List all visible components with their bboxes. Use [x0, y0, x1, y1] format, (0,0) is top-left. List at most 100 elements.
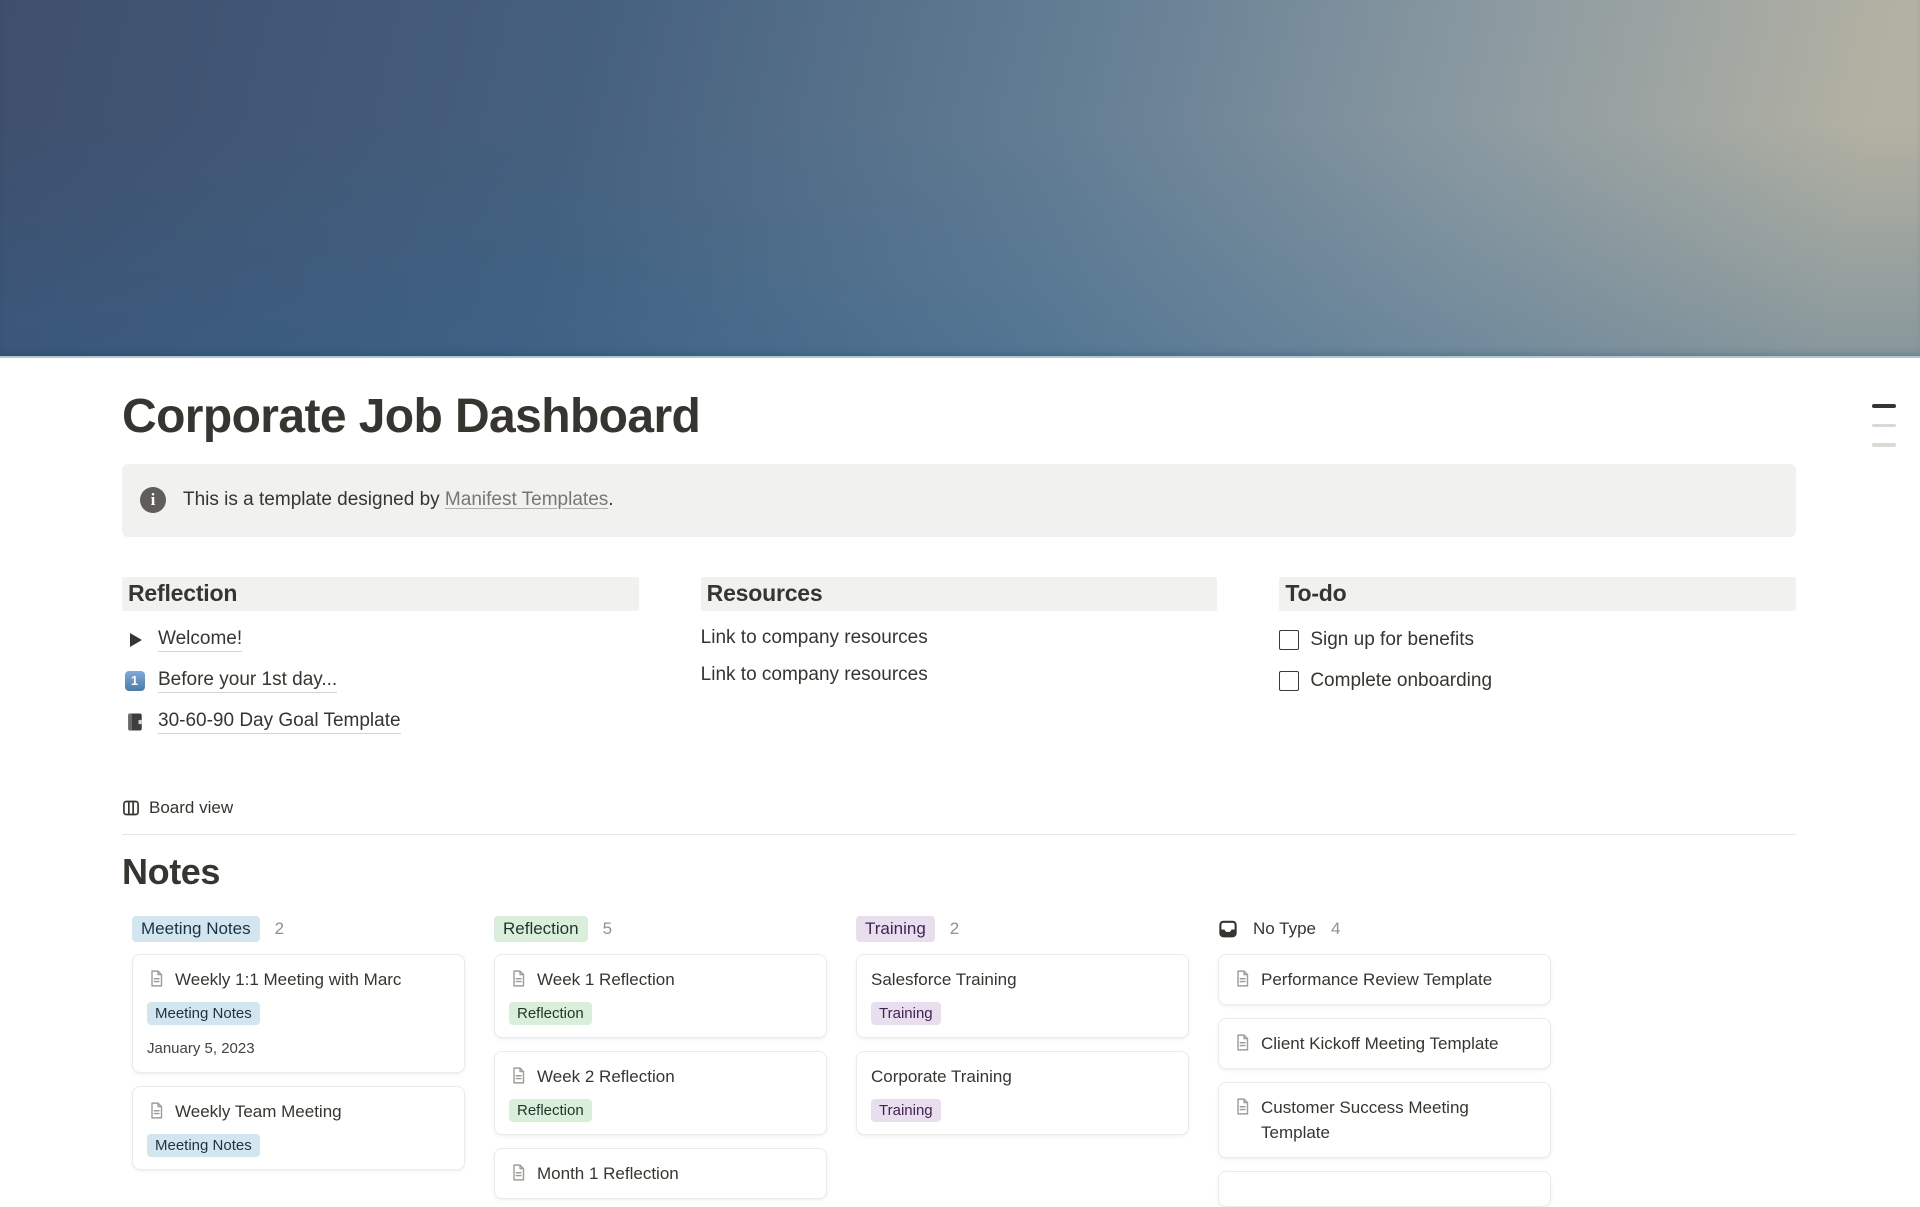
- card-title: Salesforce Training: [871, 967, 1017, 992]
- board-group: No Type 4 Performance Review Template Clien…: [1218, 916, 1551, 1207]
- group-count: 5: [603, 919, 612, 939]
- board-card[interactable]: Weekly 1:1 Meeting with Marc Meeting Note…: [132, 954, 465, 1073]
- group-cards: Performance Review Template Client Kickof…: [1218, 954, 1551, 1207]
- card-title: Weekly 1:1 Meeting with Marc: [175, 967, 401, 992]
- card-title-row: Customer Success Meeting Template: [1233, 1095, 1536, 1145]
- card-title-row: Salesforce Training: [871, 967, 1174, 992]
- section-column-reflection: Reflection Welcome! 1 Before your 1st day..…: [122, 577, 639, 743]
- card-title: Customer Success Meeting Template: [1261, 1095, 1536, 1145]
- card-title-row: Performance Review Template: [1233, 967, 1536, 992]
- board-card[interactable]: Salesforce Training Training: [856, 954, 1189, 1038]
- section-items-todo: Sign up for benefits Complete onboarding: [1279, 619, 1796, 701]
- card-title-row: Client Kickoff Meeting Template: [1233, 1031, 1536, 1056]
- card-title: Client Kickoff Meeting Template: [1261, 1031, 1499, 1056]
- collection-title: Notes: [122, 849, 1796, 894]
- text-line: Link to company resources: [701, 656, 1218, 693]
- card-title: Month 1 Reflection: [537, 1161, 679, 1186]
- group-header[interactable]: No Type 4: [1218, 916, 1551, 942]
- page-icon: [1233, 1033, 1252, 1056]
- section-header-reflection: Reflection: [122, 577, 639, 612]
- todo-label: Complete onboarding: [1310, 670, 1492, 692]
- board-view-label: Board view: [149, 798, 233, 818]
- page-icon: [509, 1163, 528, 1186]
- board-card[interactable]: Customer Success Meeting Template: [1218, 1082, 1551, 1158]
- group-count: 4: [1331, 919, 1340, 939]
- card-title: Week 2 Reflection: [537, 1064, 675, 1089]
- page-link[interactable]: Before your 1st day...: [158, 669, 337, 693]
- card-title-row: Week 2 Reflection: [509, 1064, 812, 1089]
- notebook-icon: [122, 712, 147, 732]
- card-title-row: Weekly 1:1 Meeting with Marc: [147, 967, 450, 992]
- card-tag-row: Reflection: [509, 1099, 812, 1122]
- todo-row[interactable]: Sign up for benefits: [1279, 619, 1796, 660]
- callout-text-after: .: [608, 489, 613, 510]
- board-view-icon: [122, 799, 140, 817]
- checkbox-unchecked-icon[interactable]: [1279, 671, 1299, 691]
- card-tag-row: Reflection: [509, 1002, 812, 1025]
- card-tag-row: Training: [871, 1099, 1174, 1122]
- card-title: Week 1 Reflection: [537, 967, 675, 992]
- group-cards: Salesforce TrainingTrainingCorporate Tra…: [856, 954, 1189, 1135]
- page-link-row[interactable]: 30-60-90 Day Goal Template: [122, 701, 639, 742]
- board-card[interactable]: Corporate Training Training: [856, 1051, 1189, 1135]
- page-link-row[interactable]: 1 Before your 1st day...: [122, 660, 639, 701]
- group-header[interactable]: Reflection 5: [494, 916, 827, 942]
- group-header[interactable]: Meeting Notes 2: [132, 916, 465, 942]
- group-header[interactable]: Training2: [856, 916, 1189, 942]
- page-link[interactable]: Welcome!: [158, 628, 242, 652]
- board-card[interactable]: Client Kickoff Meeting Template: [1218, 1018, 1551, 1069]
- group-tag: Meeting Notes: [132, 916, 260, 942]
- card-tag-row: Meeting Notes: [147, 1002, 450, 1025]
- board-view-tab[interactable]: Board view: [122, 798, 233, 818]
- checkbox-unchecked-icon[interactable]: [1279, 630, 1299, 650]
- card-title-row: Month 1 Reflection: [509, 1161, 812, 1186]
- card-tag: Training: [871, 1099, 941, 1122]
- group-count: 2: [950, 919, 959, 939]
- kanban-board: Meeting Notes 2 Weekly 1:1 Meeting with Ma…: [122, 916, 1796, 1207]
- card-title-row: Weekly Team Meeting: [147, 1099, 450, 1124]
- top-columns: Reflection Welcome! 1 Before your 1st day..…: [122, 577, 1796, 743]
- board-card[interactable]: Performance Review Template: [1218, 954, 1551, 1005]
- page-link-row[interactable]: Welcome!: [122, 619, 639, 660]
- page-icon: [509, 969, 528, 992]
- card-title-row: Week 1 Reflection: [509, 967, 812, 992]
- callout-text: This is a template designed by Manifest …: [183, 489, 614, 511]
- board-group: Reflection5Week 1 ReflectionReflectionWe…: [494, 916, 827, 1199]
- card-tag-row: Training: [871, 1002, 1174, 1025]
- board-group: Training2Salesforce TrainingTrainingCorp…: [856, 916, 1189, 1135]
- page-link[interactable]: 30-60-90 Day Goal Template: [158, 710, 401, 734]
- manifest-templates-link[interactable]: Manifest Templates: [445, 489, 608, 510]
- group-cards: Week 1 ReflectionReflectionWeek 2 Reflec…: [494, 954, 827, 1199]
- section-header-todo: To-do: [1279, 577, 1796, 612]
- group-cards: Weekly 1:1 Meeting with Marc Meeting Note…: [132, 954, 465, 1170]
- card-tag: Meeting Notes: [147, 1002, 260, 1025]
- card-tag: Meeting Notes: [147, 1134, 260, 1157]
- card-date: January 5, 2023: [147, 1040, 450, 1057]
- card-tag-row: Meeting Notes: [147, 1134, 450, 1157]
- keycap-1-icon: 1: [122, 671, 147, 691]
- page-body: Corporate Job Dashboard i This is a temp…: [0, 358, 1920, 1207]
- todo-row[interactable]: Complete onboarding: [1279, 660, 1796, 701]
- card-title: Weekly Team Meeting: [175, 1099, 342, 1124]
- page-title: Corporate Job Dashboard: [122, 358, 1796, 446]
- section-column-todo: To-do Sign up for benefits Complete onboar…: [1279, 577, 1796, 702]
- board-card[interactable]: Week 2 Reflection Reflection: [494, 1051, 827, 1135]
- board-card[interactable]: Weekly Team Meeting Meeting Notes: [132, 1086, 465, 1170]
- card-title-row: Corporate Training: [871, 1064, 1174, 1089]
- section-column-resources: ResourcesLink to company resourcesLink t…: [701, 577, 1218, 694]
- page-icon: [509, 1066, 528, 1089]
- card-title: Corporate Training: [871, 1064, 1012, 1089]
- page-icon: [147, 1101, 166, 1124]
- card-tag: Reflection: [509, 1002, 592, 1025]
- group-count: 2: [275, 919, 284, 939]
- callout-text-before: This is a template designed by: [183, 489, 445, 510]
- board-card[interactable]: Week 1 Reflection Reflection: [494, 954, 827, 1038]
- section-items-reflection: Welcome! 1 Before your 1st day... 30-60-90 …: [122, 619, 639, 742]
- board-card[interactable]: Month 1 Reflection: [494, 1148, 827, 1199]
- group-tag: Reflection: [494, 916, 588, 942]
- page-icon: [147, 969, 166, 992]
- section-items-resources: Link to company resourcesLink to company…: [701, 619, 1218, 693]
- divider: [122, 834, 1796, 835]
- group-label: No Type: [1253, 919, 1316, 939]
- board-card-partial[interactable]: [1218, 1171, 1551, 1207]
